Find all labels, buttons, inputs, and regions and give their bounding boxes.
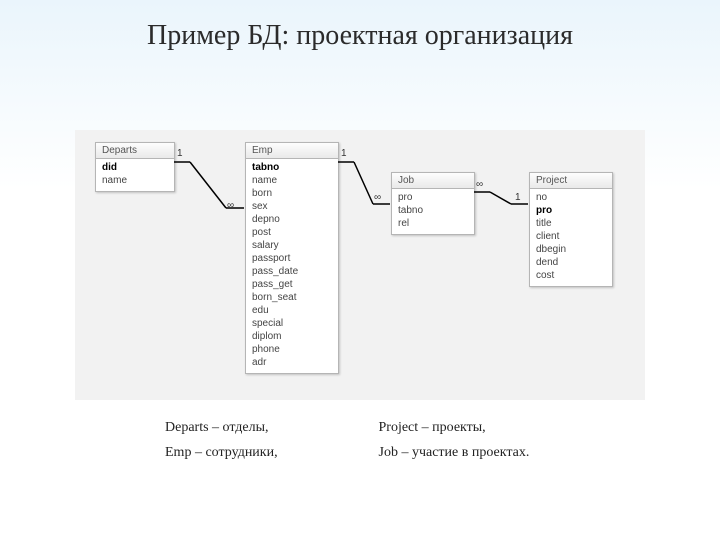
cardinality: ∞ [227, 200, 234, 211]
legend-item: Departs – отделы, [165, 420, 269, 435]
cardinality: ∞ [374, 192, 381, 203]
er-diagram: Departs did name Emp tabno name born sex… [75, 130, 645, 400]
legend-item: Emp – сотрудники, [165, 445, 278, 460]
relations [75, 130, 645, 400]
slide-title: Пример БД: проектная организация [0, 20, 720, 52]
cardinality: 1 [177, 148, 183, 159]
cardinality: 1 [341, 148, 347, 159]
cardinality: ∞ [476, 179, 483, 190]
legend-item: Job – участие в проектах. [379, 445, 530, 460]
cardinality: 1 [515, 192, 521, 203]
legend-item: Project – проекты, [379, 420, 486, 435]
slide: Пример БД: проектная организация Departs… [0, 0, 720, 540]
legend: Departs – отделы, Emp – сотрудники, Proj… [165, 415, 529, 465]
